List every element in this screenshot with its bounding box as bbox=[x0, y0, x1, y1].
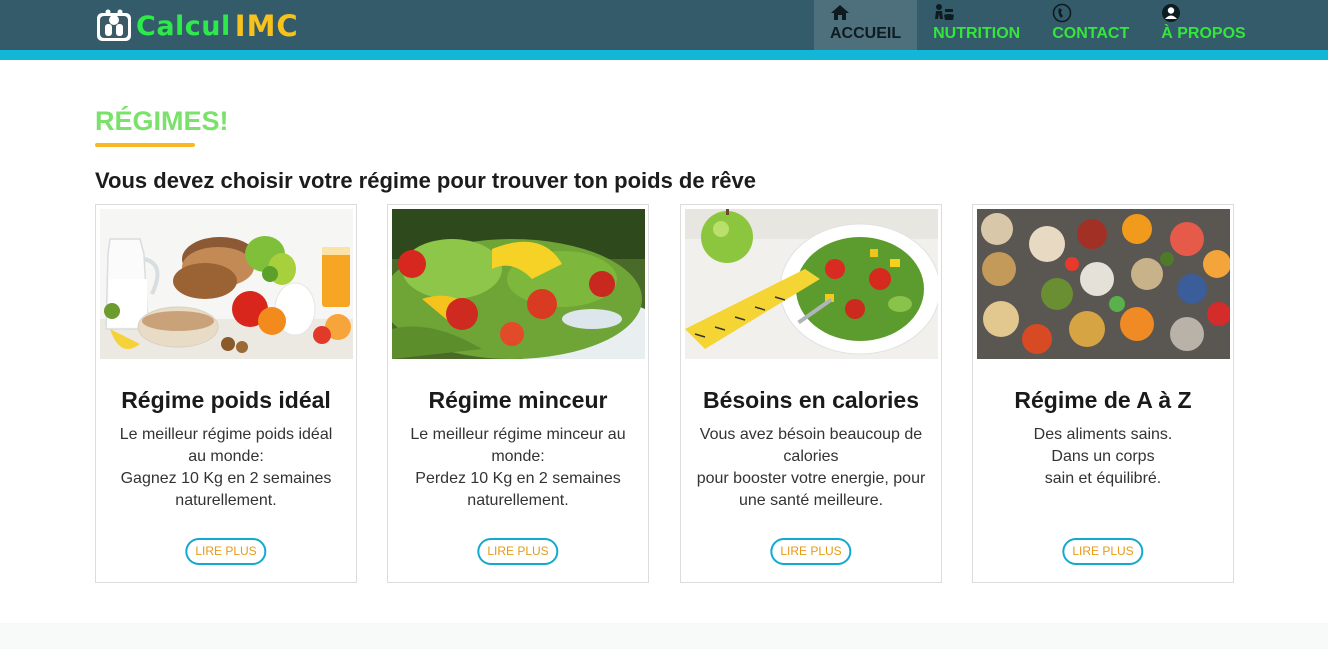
nav-label-accueil: ACCUEIL bbox=[830, 25, 902, 42]
card-description: Le meilleur régime minceur au monde: Per… bbox=[402, 424, 634, 512]
card-description: Le meilleur régime poids idéal au monde:… bbox=[110, 424, 342, 512]
card-text-line: naturellement. bbox=[175, 492, 277, 509]
nav-label-a-propos: À PROPOS bbox=[1161, 25, 1246, 42]
card-title: Régime poids idéal bbox=[121, 387, 331, 413]
nav-item-a-propos[interactable]: À PROPOS bbox=[1145, 0, 1261, 50]
card-text-line: Perdez 10 Kg en 2 semaines bbox=[415, 470, 621, 487]
navbar-accent-stripe bbox=[0, 50, 1328, 60]
user-icon bbox=[1161, 3, 1181, 23]
footer-band bbox=[0, 623, 1328, 649]
scale-logo-icon bbox=[96, 9, 132, 43]
salad-tape-photo bbox=[685, 209, 938, 359]
card-description: Vous avez bésoin beaucoup de calories po… bbox=[695, 424, 927, 512]
nav-item-accueil[interactable]: ACCUEIL bbox=[814, 0, 918, 50]
breakfast-photo bbox=[100, 209, 353, 359]
card-text-line: Des aliments sains. bbox=[1033, 426, 1173, 443]
phone-icon bbox=[1052, 3, 1072, 23]
card-text-line: monde: bbox=[491, 448, 545, 465]
nav-label-nutrition: NUTRITION bbox=[933, 25, 1021, 42]
logo-text-calcul: Calcul bbox=[136, 10, 231, 42]
nutrition-icon bbox=[933, 3, 955, 23]
nav-item-contact[interactable]: CONTACT bbox=[1036, 0, 1145, 50]
card-title: Bésoins en calories bbox=[702, 387, 920, 413]
home-icon bbox=[830, 3, 850, 23]
site-logo[interactable]: Calcul IMC bbox=[96, 8, 299, 44]
card-text-line: naturellement. bbox=[467, 492, 569, 509]
card-description: Des aliments sains. Dans un corps sain e… bbox=[987, 424, 1219, 490]
card-text-line: Gagnez 10 Kg en 2 semaines bbox=[120, 470, 332, 487]
card-text-line: Dans un corps bbox=[1051, 448, 1155, 465]
read-more-button[interactable]: LIRE PLUS bbox=[185, 538, 267, 565]
card-title: Régime de A à Z bbox=[1014, 387, 1192, 413]
card-text-line: Le meilleur régime minceur au bbox=[410, 426, 626, 443]
salad-photo bbox=[392, 209, 645, 359]
card-text-line: sain et équilibré. bbox=[1044, 470, 1162, 487]
card-text-line: Le meilleur régime poids idéal bbox=[119, 426, 333, 443]
card-text-line: calories bbox=[783, 448, 839, 465]
read-more-button[interactable]: LIRE PLUS bbox=[1062, 538, 1144, 565]
card-text-line: pour booster votre energie, pour bbox=[696, 470, 926, 487]
nav-label-contact: CONTACT bbox=[1052, 25, 1130, 42]
diet-card-poids-ideal: Régime poids idéal Le meilleur régime po… bbox=[95, 204, 357, 583]
card-text-line: au monde: bbox=[188, 448, 264, 465]
main-nav: ACCUEIL NUTRITION CONTACT À PROPOS bbox=[814, 0, 1262, 50]
diet-card-a-a-z: Régime de A à Z Des aliments sains. Dans… bbox=[972, 204, 1234, 583]
title-underline bbox=[95, 143, 195, 147]
healthy-food-photo bbox=[977, 209, 1230, 359]
section-subtitle: Vous devez choisir votre régime pour tro… bbox=[95, 168, 756, 193]
read-more-button[interactable]: LIRE PLUS bbox=[477, 538, 559, 565]
card-title: Régime minceur bbox=[428, 387, 608, 413]
diet-card-calories: Bésoins en calories Vous avez bésoin bea… bbox=[680, 204, 942, 583]
nav-item-nutrition[interactable]: NUTRITION bbox=[917, 0, 1036, 50]
section-title: RÉGIMES! bbox=[95, 106, 229, 136]
diet-card-minceur: Régime minceur Le meilleur régime minceu… bbox=[387, 204, 649, 583]
card-text-line: Vous avez bésoin beaucoup de bbox=[699, 426, 923, 443]
read-more-button[interactable]: LIRE PLUS bbox=[770, 538, 852, 565]
card-text-line: une santé meilleure. bbox=[738, 492, 884, 509]
logo-text-imc: IMC bbox=[234, 9, 299, 43]
